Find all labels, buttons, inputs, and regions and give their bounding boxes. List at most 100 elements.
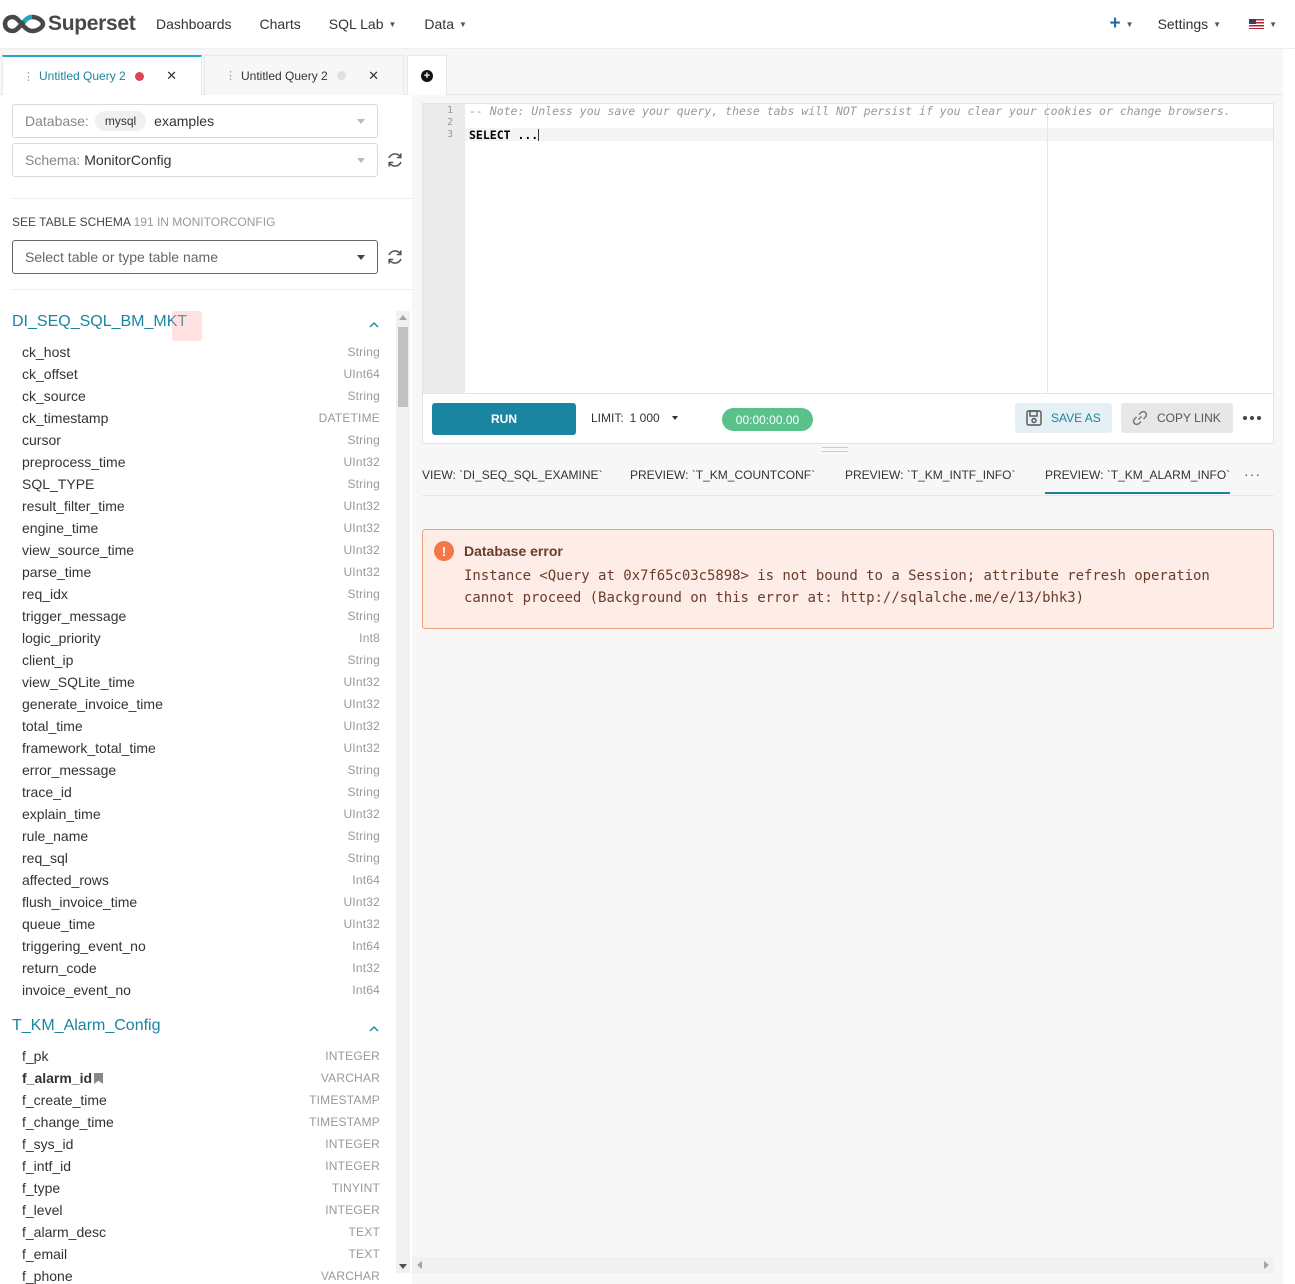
column-name-text: view_source_time (22, 542, 135, 558)
column-row: framework_total_time UInt32 (22, 737, 380, 759)
scroll-left-icon[interactable] (417, 1261, 422, 1269)
column-name-text: f_phone (22, 1268, 73, 1284)
column-type: UInt32 (343, 543, 380, 557)
column-name-text: f_create_time (22, 1092, 107, 1108)
sql-editor[interactable]: 1 2 3 -- Note: Unless you save your quer… (422, 103, 1274, 394)
more-options-icon[interactable] (1243, 416, 1261, 420)
drag-handle-icon: ⋮ (23, 70, 34, 83)
column-name: ck_timestamp (22, 410, 108, 426)
chevron-down-icon (357, 158, 365, 163)
page-edge (1283, 49, 1295, 1284)
result-tab-view-examine[interactable]: VIEW: `DI_SEQ_SQL_EXAMINE` (422, 468, 603, 482)
column-type: UInt32 (343, 719, 380, 733)
brand-name: Superset (48, 12, 136, 35)
settings-menu[interactable]: Settings ▼ (1144, 0, 1236, 49)
column-row: f_alarm_id VARCHAR (22, 1067, 380, 1089)
column-row: f_change_time TIMESTAMP (22, 1111, 380, 1133)
column-name: f_pk (22, 1048, 48, 1064)
result-tab-preview-intf-info[interactable]: PREVIEW: `T_KM_INTF_INFO` (845, 468, 1015, 482)
save-icon (1026, 410, 1042, 426)
column-type: Int8 (359, 631, 380, 645)
refresh-icon[interactable] (386, 248, 404, 266)
save-as-button[interactable]: SAVE AS (1015, 403, 1112, 433)
language-picker[interactable]: ▼ (1235, 0, 1295, 49)
column-row: total_time UInt32 (22, 715, 380, 737)
result-tab-preview-alarm-info[interactable]: PREVIEW: `T_KM_ALARM_INFO` (1045, 468, 1231, 494)
scrollbar-thumb[interactable] (398, 327, 408, 407)
chevron-up-icon[interactable] (368, 319, 380, 331)
column-type: TEXT (348, 1247, 380, 1261)
column-name: f_create_time (22, 1092, 107, 1108)
column-name: ck_offset (22, 366, 78, 382)
more-tabs-icon[interactable]: ··· (1244, 466, 1261, 482)
column-row: cursor String (22, 429, 380, 451)
column-name: req_idx (22, 586, 68, 602)
vertical-scrollbar[interactable] (396, 311, 410, 1273)
chevron-down-icon (357, 255, 365, 260)
text-cursor (538, 129, 540, 141)
run-button[interactable]: RUN (432, 403, 576, 435)
column-type: VARCHAR (320, 1071, 380, 1085)
scroll-down-icon[interactable] (399, 1264, 407, 1269)
database-select[interactable]: Database: mysql examples (12, 104, 378, 138)
table-select[interactable]: Select table or type table name (12, 240, 378, 274)
column-row: explain_time UInt32 (22, 803, 380, 825)
scroll-right-icon[interactable] (1264, 1261, 1269, 1269)
column-name-text: req_sql (22, 850, 68, 866)
resize-handle[interactable] (822, 447, 848, 452)
column-type: INTEGER (325, 1137, 380, 1151)
divider (12, 289, 412, 290)
query-tab-1[interactable]: ⋮ Untitled Query 2 ✕ (2, 55, 202, 95)
nav-data[interactable]: Data ▼ (410, 0, 481, 49)
table-schema-list: DI_SEQ_SQL_BM_MKT ck_host String ck_offset U… (0, 310, 396, 1284)
copy-link-button[interactable]: COPY LINK (1121, 403, 1233, 433)
caret-down-icon: ▼ (1213, 19, 1222, 29)
column-type: VARCHAR (320, 1269, 380, 1283)
query-tab-2-label: Untitled Query 2 (241, 68, 328, 83)
superset-logo[interactable]: Superset (2, 12, 142, 36)
column-name-text: error_message (22, 762, 117, 778)
column-name: logic_priority (22, 630, 101, 646)
column-name-text: queue_time (22, 916, 96, 932)
column-name: f_phone (22, 1268, 73, 1284)
table-name[interactable]: DI_SEQ_SQL_BM_MKT (12, 313, 187, 331)
close-icon[interactable]: ✕ (166, 68, 177, 84)
column-name-text: trace_id (22, 784, 72, 800)
column-name: f_sys_id (22, 1136, 73, 1152)
column-row: req_sql String (22, 847, 380, 869)
add-tab-button[interactable]: + (407, 55, 447, 95)
schema-select[interactable]: Schema: MonitorConfig (12, 143, 378, 177)
horizontal-scrollbar[interactable] (412, 1257, 1274, 1273)
column-name-text: ck_source (22, 388, 86, 404)
column-name-text: trigger_message (22, 608, 127, 624)
column-type: UInt32 (343, 917, 380, 931)
scroll-up-icon[interactable] (399, 315, 407, 320)
column-name-text: logic_priority (22, 630, 101, 646)
query-timer: 00:00:00.00 (722, 408, 813, 431)
result-tabs-bar: VIEW: `DI_SEQ_SQL_EXAMINE` PREVIEW: `T_K… (422, 456, 1274, 496)
caret-down-icon: ▼ (458, 19, 467, 29)
column-row: return_code Int32 (22, 957, 380, 979)
code-line-1: -- Note: Unless you save your query, the… (469, 104, 1231, 118)
chevron-up-icon[interactable] (368, 1023, 380, 1035)
column-type: String (347, 389, 380, 403)
column-name: ck_host (22, 344, 70, 360)
limit-dropdown[interactable]: LIMIT: 1 000 (591, 411, 678, 425)
column-name-text: f_intf_id (22, 1158, 72, 1174)
schema-select-label: Schema: (25, 152, 81, 168)
column-type: Int64 (352, 939, 380, 953)
column-name: triggering_event_no (22, 938, 146, 954)
query-tab-2[interactable]: ⋮ Untitled Query 2 ✕ (204, 55, 404, 95)
column-row: ck_timestamp DATETIME (22, 407, 380, 429)
column-type: UInt32 (343, 741, 380, 755)
result-tab-preview-countconf[interactable]: PREVIEW: `T_KM_COUNTCONF` (630, 468, 815, 482)
nav-charts[interactable]: Charts (246, 0, 315, 49)
nav-sql-lab[interactable]: SQL Lab ▼ (315, 0, 411, 49)
refresh-icon[interactable] (386, 151, 404, 169)
table-name[interactable]: T_KM_Alarm_Config (12, 1017, 161, 1035)
column-name-text: framework_total_time (22, 740, 156, 756)
nav-dashboards[interactable]: Dashboards (142, 0, 246, 49)
new-menu-button[interactable]: + ▼ (1110, 13, 1144, 35)
close-icon[interactable]: ✕ (368, 68, 379, 84)
column-row: f_intf_id INTEGER (22, 1155, 380, 1177)
